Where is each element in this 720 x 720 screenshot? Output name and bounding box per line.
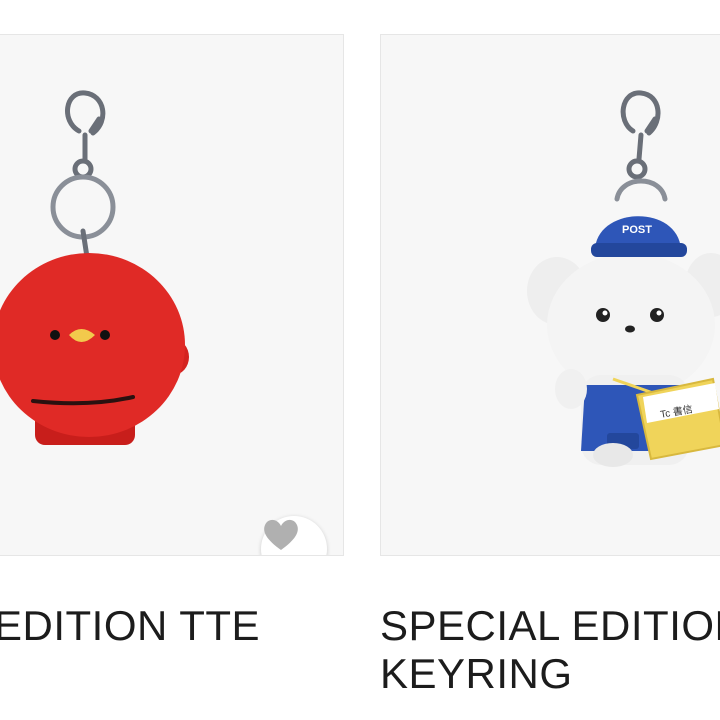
red-bird-plush (0, 253, 189, 445)
product-card-2[interactable]: POST Tc 書信 (380, 34, 720, 556)
keyring-clasp (50, 90, 116, 260)
product-card-1[interactable] (0, 34, 344, 556)
product-image-red-bird-keyring[interactable] (0, 35, 344, 556)
product-title-2[interactable]: SPECIAL EDITION KEYRING (380, 602, 720, 698)
svg-text:POST: POST (622, 224, 652, 236)
post-cap: POST (591, 216, 687, 257)
product-title-1[interactable]: EDITION TTE (0, 602, 260, 650)
product-image-postman-bear-keyring[interactable]: POST Tc 書信 (381, 35, 720, 556)
keyring-clasp (614, 90, 668, 202)
heart-icon (264, 519, 298, 550)
